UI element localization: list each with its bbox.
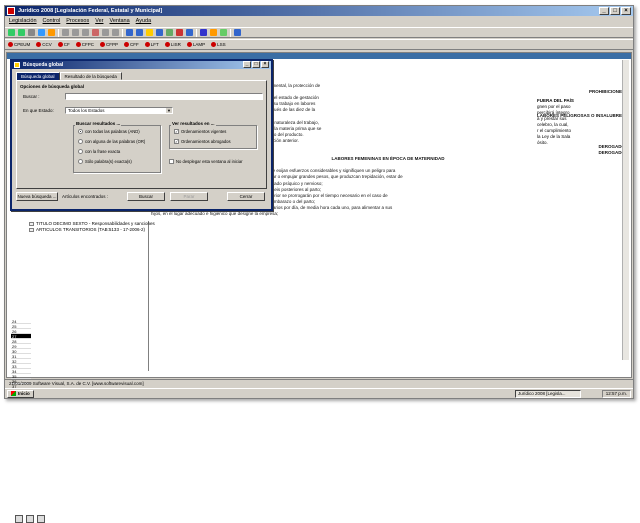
chevron-down-icon: ▼ [166,108,172,113]
toolbar-separator [58,28,59,37]
dialog-close-button[interactable]: × [261,61,269,68]
highlight-icon[interactable] [210,29,217,36]
search-dialog: Búsqueda global _ □ × Búsqueda global Re… [10,59,273,211]
tab-resultado[interactable]: Resultado de la búsqueda [59,72,122,80]
stop-icon[interactable] [28,29,35,36]
radio-and[interactable]: con todas las palabras (AND) [78,129,140,134]
new-search-button[interactable]: Nueva búsqueda ... [16,192,58,201]
minimize-button[interactable]: _ [599,7,609,15]
radio-exact-words[interactable]: Sólo palabra(s) exacta(s) [78,159,132,164]
search-input[interactable] [65,93,263,100]
copy-icon[interactable] [72,29,79,36]
document-line: hijos, en el lugar adecuado e higiénico … [151,210,279,216]
check-abrogados[interactable]: ✓ Ordenamientos abrogados [174,139,231,144]
tree-view: TITULO DECIMO SEXTO - Responsabilidades … [29,221,155,233]
window-title: Jurídico 2008 [Legislación Federal, Esta… [18,8,163,14]
toolbar-separator [230,28,231,37]
maximize-button[interactable]: □ [610,7,620,15]
status-bar: 21/01/2009 Software Visual, S.A. de C.V.… [5,379,633,387]
options-title: Opciones de búsqueda global [20,84,85,89]
taskbar-app-button[interactable]: Jurídico 2008 [Legisla... [515,390,581,398]
forward-icon[interactable] [18,29,25,36]
help-icon[interactable] [234,29,241,36]
menu-procesos[interactable]: Procesos [66,17,89,26]
code-button-cpeum[interactable]: CPEUM [8,42,30,47]
code-button-lss[interactable]: LSS [211,42,226,47]
close-button[interactable]: × [621,7,631,15]
pane-icons [15,515,45,523]
cerrar-button[interactable]: Cerrar [227,192,265,201]
export-icon[interactable] [220,29,227,36]
buscar-resultados-title: Buscar resultados ... [75,121,122,126]
dialog-titlebar[interactable]: Búsqueda global _ □ × [12,61,271,69]
note-icon[interactable] [26,515,34,523]
dialog-title: Búsqueda global [23,62,64,68]
check-vigentes[interactable]: ✓ Ordenamientos vigentes [174,129,226,134]
home-icon[interactable] [48,29,55,36]
menu-ventana[interactable]: Ventana [109,17,129,26]
code-button-cfpp[interactable]: CFPP [100,42,118,47]
tree-item[interactable]: ARTICULOS TRANSITORIOS (TAB:5133 - 17-20… [29,227,155,233]
delete-icon[interactable] [92,29,99,36]
search-options-panel: Opciones de búsqueda global Buscar : En … [16,80,267,189]
document-icon[interactable] [126,29,133,36]
toolbar-separator [122,28,123,37]
parar-button[interactable]: Parar [170,192,208,201]
code-button-ccv[interactable]: CCV [36,42,52,47]
menu-legislacion[interactable]: Legislación [9,17,37,26]
code-button-lisr[interactable]: LISR [164,42,181,47]
undo-icon[interactable] [102,29,109,36]
right-column-line: ósito. [537,140,548,145]
radio-exact-phrase[interactable]: con la frase exacta [78,149,120,154]
code-button-cff[interactable]: CFF [124,42,139,47]
menu-ver[interactable]: Ver [95,17,103,26]
start-button[interactable]: Inicio [7,389,34,398]
window-icon[interactable] [186,29,193,36]
code-button-cfpc[interactable]: CFPC [75,42,94,47]
search-dialog-icon [14,62,20,68]
clock: 12:57 p.m. [601,390,631,398]
estado-label: En que Estado: [23,108,54,113]
view-icon[interactable] [15,515,23,523]
bookmark-icon[interactable] [176,29,183,36]
dialog-maximize-button[interactable]: □ [252,61,260,68]
buscar-label: Buscar : [23,94,40,99]
index-icon[interactable] [136,29,143,36]
found-label: Artículos encontrados : [62,194,109,199]
radio-or[interactable]: con alguna de las palabras (OR) [78,139,145,144]
window-titlebar[interactable]: Jurídico 2008 [Legislación Federal, Esta… [5,6,633,16]
search-icon[interactable] [200,29,207,36]
paste-icon[interactable] [82,29,89,36]
print-icon[interactable] [156,29,163,36]
code-button-cf[interactable]: CF [57,42,70,47]
ver-resultados-title: Ver resultados en ... [171,121,216,126]
codes-toolbar: CPEUM CCV CF CFPC CFPP CFF LFT LISR LAMP… [5,39,633,50]
redo-icon[interactable] [112,29,119,36]
code-button-lft[interactable]: LFT [144,42,159,47]
check-no-display[interactable]: No desplegar esta ventana al iniciar [169,159,243,164]
app-icon [7,7,15,15]
vertical-scrollbar[interactable] [622,60,629,360]
dialog-minimize-button[interactable]: _ [243,61,251,68]
buscar-button[interactable]: Buscar [127,192,165,201]
windows-logo-icon [11,391,16,396]
toolbar-separator [196,28,197,37]
list-icon[interactable] [37,515,45,523]
menu-bar: Legislación Control Procesos Ver Ventana… [5,17,633,26]
estado-select[interactable]: Todos los Estados ▼ [65,107,173,114]
menu-control[interactable]: Control [43,17,61,26]
taskbar: Inicio Jurídico 2008 [Legisla... 12:57 p… [5,388,633,398]
main-toolbar [5,27,633,38]
document-right-column: FUERA DEL PAÍS gnen por el paso percibirá … [537,98,627,146]
menu-ayuda[interactable]: Ayuda [136,17,152,26]
navigation-pane: TITULO DECIMO SEXTO - Responsabilidades … [11,221,155,523]
refresh-icon[interactable] [38,29,45,36]
cut-icon[interactable] [62,29,69,36]
code-button-lamp[interactable]: LAMP [186,42,205,47]
back-icon[interactable] [8,29,15,36]
folder-icon[interactable] [146,29,153,36]
tile-icon[interactable] [166,29,173,36]
